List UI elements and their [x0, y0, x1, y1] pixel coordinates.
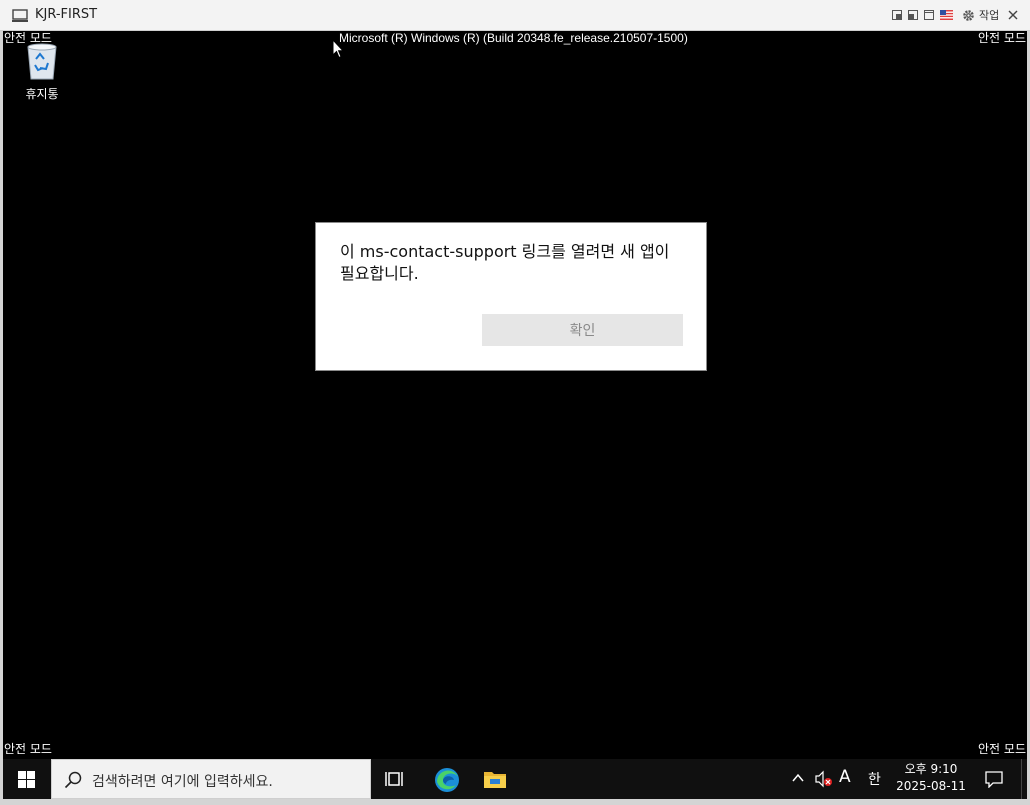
task-view-icon [385, 772, 403, 786]
windows-logo-icon [18, 771, 35, 788]
close-icon[interactable] [1006, 8, 1020, 22]
flag-icon[interactable] [940, 10, 953, 20]
file-explorer-taskbar-button[interactable] [471, 759, 519, 799]
notification-center-icon[interactable] [985, 770, 1003, 788]
taskbar-clock[interactable]: 오후 9:10 2025-08-11 [891, 761, 971, 795]
ok-button[interactable]: 확인 [482, 314, 683, 346]
taskbar: 검색하려면 여기에 입력하세요. A 한 오후 9:10 2025-08-11 [3, 759, 1027, 799]
build-info-text: Microsoft (R) Windows (R) (Build 20348.f… [339, 31, 688, 45]
safe-mode-label-bottom-right: 안전 모드 [978, 742, 1026, 756]
show-desktop-button[interactable] [1021, 759, 1027, 799]
volume-muted-icon[interactable] [815, 770, 833, 788]
gear-icon[interactable] [962, 9, 975, 22]
edge-browser-icon [435, 768, 459, 792]
search-placeholder: 검색하려면 여기에 입력하세요. [92, 774, 273, 790]
edge-taskbar-button[interactable] [422, 759, 470, 799]
safe-mode-label-bottom-left: 안전 모드 [4, 742, 52, 756]
task-view-button[interactable] [372, 759, 420, 799]
computer-icon [12, 9, 28, 22]
app-needed-dialog: 이 ms-contact-support 링크를 열려면 새 앱이 필요합니다.… [315, 222, 707, 371]
maximize-icon[interactable] [924, 10, 934, 20]
folder-icon [484, 772, 506, 788]
work-menu-label[interactable]: 작업 [979, 7, 999, 23]
taskbar-search-box[interactable]: 검색하려면 여기에 입력하세요. [51, 759, 371, 799]
ime-mode-indicator[interactable]: A [839, 767, 851, 787]
ime-language-indicator[interactable]: 한 [868, 769, 881, 789]
mouse-cursor-icon [332, 39, 344, 59]
clock-time: 오후 9:10 [904, 762, 958, 776]
safe-mode-label-top-right: 안전 모드 [978, 31, 1026, 45]
guest-screen: 안전 모드 안전 모드 안전 모드 안전 모드 Microsoft (R) Wi… [3, 31, 1027, 799]
dialog-message: 이 ms-contact-support 링크를 열려면 새 앱이 필요합니다. [340, 242, 670, 283]
recycle-bin-icon [27, 43, 57, 80]
window-title: KJR-FIRST [35, 7, 98, 22]
chevron-up-icon[interactable] [791, 771, 805, 785]
restore-icon[interactable] [908, 10, 918, 20]
recycle-bin-shortcut[interactable]: 휴지통 [19, 39, 65, 102]
start-button[interactable] [3, 759, 50, 799]
pip-icon[interactable] [892, 10, 902, 20]
vm-titlebar: KJR-FIRST 작업 [0, 0, 1030, 31]
clock-date: 2025-08-11 [896, 779, 966, 793]
search-icon [64, 771, 82, 789]
recycle-bin-label: 휴지통 [25, 87, 59, 101]
